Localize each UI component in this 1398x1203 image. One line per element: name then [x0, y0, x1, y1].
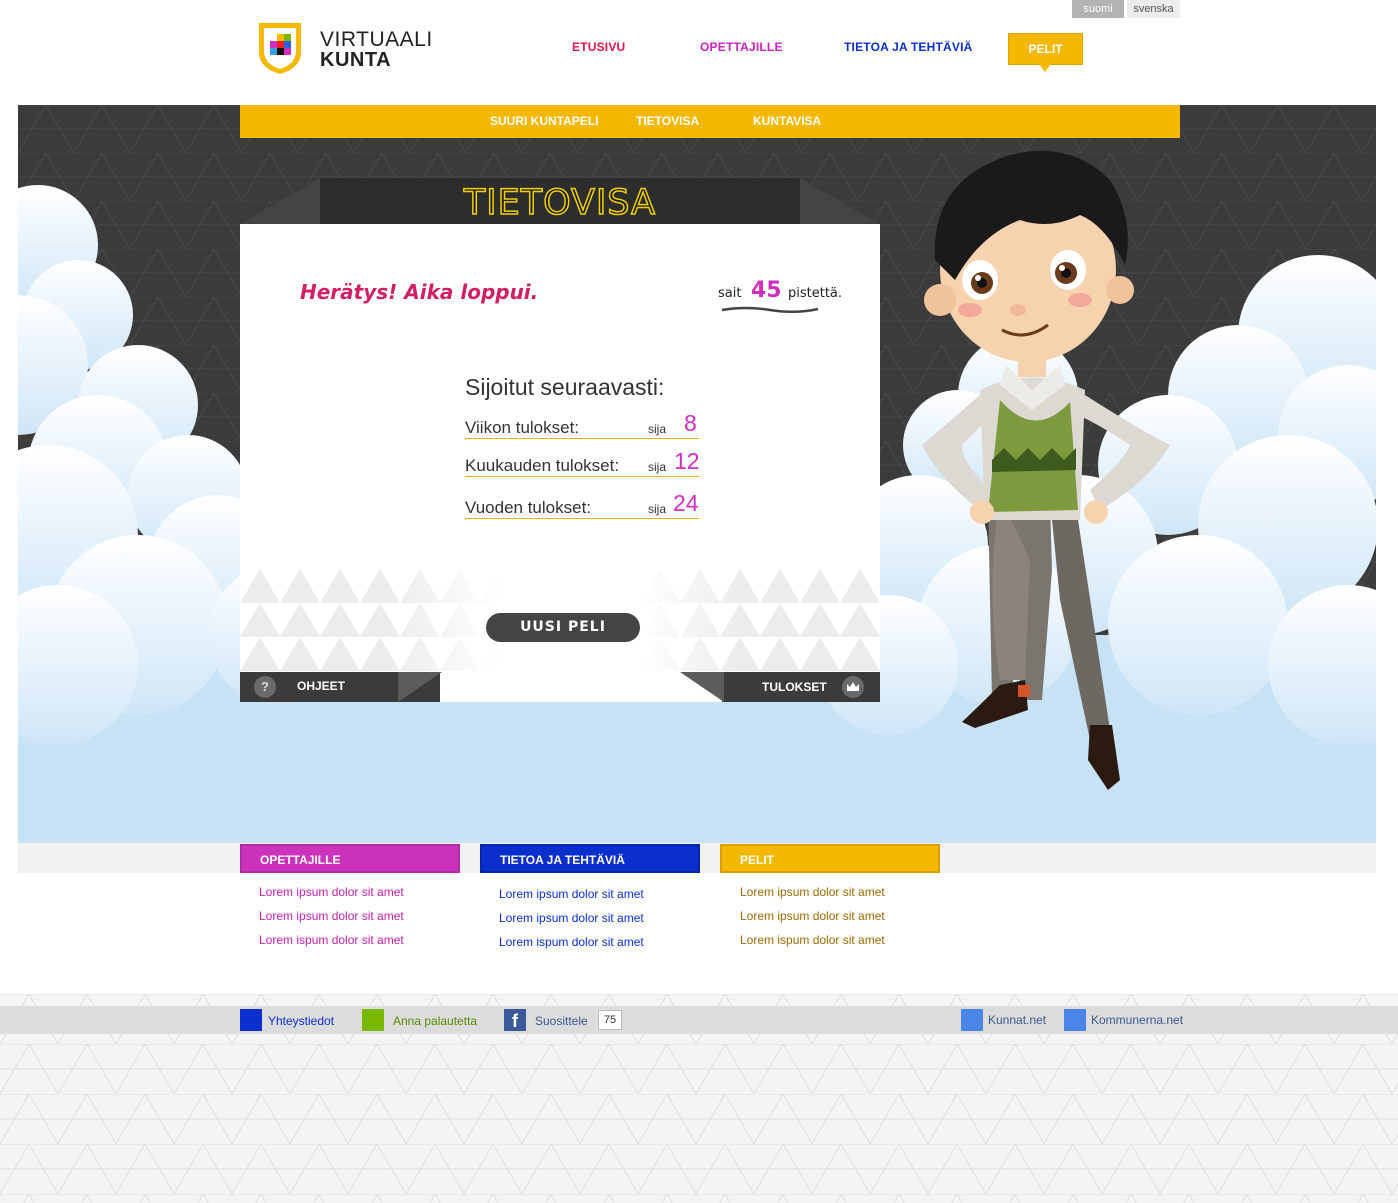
- nav-opettajille[interactable]: OPETTAJILLE: [700, 40, 783, 54]
- footer-link[interactable]: Lorem ipsum dolor sit amet: [740, 885, 885, 899]
- nav-tietoa[interactable]: TIETOA JA TEHTÄVIÄ: [844, 40, 973, 54]
- rank-divider: [465, 476, 699, 477]
- score-box: sait 45 pistettä.: [718, 276, 848, 316]
- time-up-message: Herätys! Aika loppui.: [300, 280, 539, 304]
- rank-sija: sija: [648, 460, 667, 474]
- score-suffix: pistettä.: [788, 286, 843, 301]
- footer-link[interactable]: Lorem ipsum dolor sit amet: [499, 887, 644, 901]
- footer-link[interactable]: Lorem ispum dolor sit amet: [740, 933, 885, 947]
- rank-heading: Sijoitut seuraavasti:: [465, 374, 665, 400]
- rank-row: Kuukauden tulokset: sija 12: [465, 448, 700, 478]
- help-icon: ?: [254, 676, 276, 698]
- kunnat-link[interactable]: Kunnat.net: [988, 1013, 1046, 1027]
- footer-col-pelit-title: PELIT: [720, 844, 940, 873]
- bottom-bar: [0, 1006, 1398, 1034]
- help-tab-corner: [398, 672, 442, 702]
- game-title: TIETOVISA: [463, 182, 657, 224]
- subnav-tietovisa[interactable]: TIETOVISA: [636, 105, 699, 138]
- nav-pelit[interactable]: PELIT: [1008, 33, 1083, 72]
- rank-number: 12: [674, 448, 700, 474]
- squiggle-underline: [721, 306, 819, 313]
- feedback-icon: [362, 1009, 384, 1031]
- character-illustration: [922, 150, 1170, 790]
- contact-icon: [240, 1009, 262, 1031]
- rank-label: Viikon tulokset:: [465, 418, 580, 437]
- sub-navigation: SUURI KUNTAPELI TIETOVISA KUNTAVISA: [240, 105, 1180, 138]
- footer-col-opettajille-title: OPETTAJILLE: [240, 844, 460, 873]
- rank-label: Vuoden tulokset:: [465, 498, 592, 517]
- footer-col-tietoa-title: TIETOA JA TEHTÄVIÄ: [480, 844, 700, 873]
- new-game-button[interactable]: UUSI PELI: [486, 613, 640, 642]
- shield-logo-icon: [259, 23, 301, 74]
- footer-link[interactable]: Lorem ispum dolor sit amet: [259, 933, 404, 947]
- subnav-suuri-kuntapeli[interactable]: SUURI KUNTAPELI: [490, 105, 598, 138]
- lang-suomi[interactable]: suomi: [1072, 0, 1124, 18]
- results-label: TULOKSET: [762, 680, 827, 694]
- footer-link[interactable]: Lorem ipsum dolor sit amet: [259, 909, 404, 923]
- game-card: Herätys! Aika loppui. sait 45 pistettä. …: [240, 224, 880, 702]
- rank-sija: sija: [648, 422, 667, 436]
- score-value: 45: [751, 278, 782, 303]
- kommunerna-link[interactable]: Kommunerna.net: [1091, 1013, 1183, 1027]
- kunnat-icon: [961, 1009, 983, 1031]
- like-count: 75: [598, 1010, 622, 1030]
- rank-row: Viikon tulokset: sija 8: [465, 410, 699, 440]
- score-prefix: sait: [718, 286, 742, 301]
- rank-label: Kuukauden tulokset:: [465, 456, 620, 475]
- kommunerna-icon: [1064, 1009, 1086, 1031]
- footer-link[interactable]: Lorem ipsum dolor sit amet: [740, 909, 885, 923]
- yhteystiedot-link[interactable]: Yhteystiedot: [268, 1014, 334, 1028]
- help-label: OHJEET: [297, 679, 346, 693]
- logo-line2: KUNTA: [320, 49, 392, 71]
- nav-etusivu[interactable]: ETUSIVU: [572, 40, 625, 54]
- rank-row: Vuoden tulokset: sija 24: [465, 490, 699, 520]
- rank-divider: [465, 518, 699, 519]
- results-tab-corner: [680, 672, 724, 702]
- palaute-link[interactable]: Anna palautetta: [393, 1014, 477, 1028]
- facebook-icon[interactable]: f: [504, 1009, 526, 1031]
- site-logo[interactable]: VIRTUAALI KUNTA: [256, 20, 446, 80]
- lang-svenska[interactable]: svenska: [1127, 0, 1180, 18]
- suosittele-link[interactable]: Suosittele: [535, 1014, 588, 1028]
- results-tab[interactable]: TULOKSET: [722, 672, 880, 702]
- footer-link[interactable]: Lorem ispum dolor sit amet: [499, 935, 644, 949]
- rank-number: 8: [684, 410, 697, 436]
- rank-sija: sija: [648, 502, 667, 516]
- rank-divider: [465, 438, 699, 439]
- footer-link[interactable]: Lorem ipsum dolor sit amet: [499, 911, 644, 925]
- subnav-kuntavisa[interactable]: KUNTAVISA: [753, 105, 821, 138]
- footer-link[interactable]: Lorem ipsum dolor sit amet: [259, 885, 404, 899]
- rank-number: 24: [673, 490, 699, 516]
- crown-icon: [842, 676, 864, 698]
